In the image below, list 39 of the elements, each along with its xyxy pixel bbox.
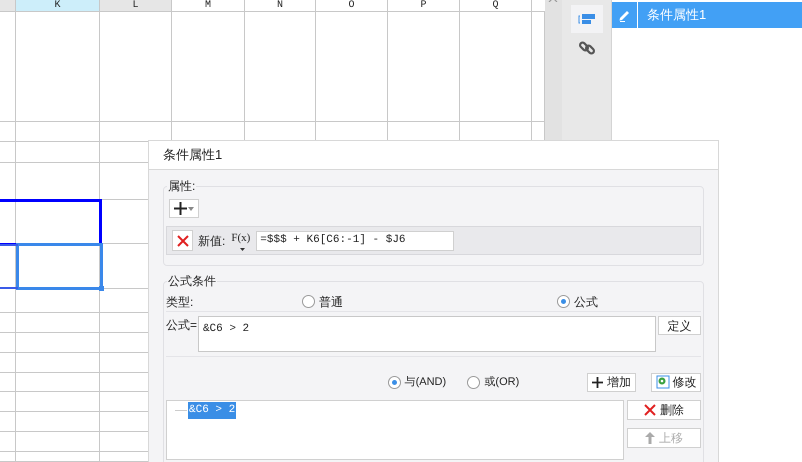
dialog-title: 条件属性1	[163, 146, 222, 164]
radio-label: 普通	[319, 294, 343, 310]
formula-button[interactable]: F(x)	[230, 230, 252, 252]
plus-icon	[592, 376, 604, 388]
pencil-icon	[618, 8, 632, 22]
value-field[interactable]: =$$$ + K6[C6:-1] - $J6	[256, 230, 454, 250]
formula-label: 公式=	[166, 317, 198, 334]
item-label: 条件属性1	[647, 6, 706, 24]
radio-label: 公式	[574, 294, 598, 310]
caret-icon	[240, 248, 246, 250]
arrow-up-icon	[645, 432, 655, 444]
add-button[interactable]: 增加	[587, 372, 636, 392]
group-legend: 公式条件	[167, 272, 217, 290]
link-icon[interactable]	[578, 39, 596, 57]
close-icon	[644, 404, 656, 416]
define-button[interactable]: 定义	[658, 316, 701, 335]
field-label: 新值:	[198, 232, 226, 250]
active-cell[interactable]	[16, 243, 103, 290]
group-legend: 属性:	[167, 177, 196, 195]
properties-tab[interactable]	[570, 5, 602, 33]
radio-label: 或(OR)	[484, 374, 520, 390]
radio-button[interactable]	[388, 376, 401, 388]
delete-button[interactable]	[172, 230, 193, 251]
formula-field[interactable]: &C6 > 2	[198, 316, 656, 352]
radio-button[interactable]	[302, 295, 315, 308]
modify-button[interactable]: 修改	[651, 372, 701, 392]
radio-label: 与(AND)	[404, 374, 446, 390]
caret-icon	[188, 206, 194, 210]
close-icon	[176, 234, 188, 246]
delete-button[interactable]: 删除	[627, 400, 701, 420]
radio-button[interactable]	[467, 376, 480, 388]
panel-list-icon	[578, 13, 595, 25]
column-header[interactable]: K	[16, 0, 100, 11]
column-header[interactable]: L	[100, 0, 172, 11]
add-menu-button[interactable]	[169, 199, 199, 218]
plus-icon	[174, 202, 187, 215]
type-label: 类型:	[166, 294, 194, 310]
radio-button[interactable]	[557, 295, 570, 308]
selection-range	[0, 244, 18, 289]
